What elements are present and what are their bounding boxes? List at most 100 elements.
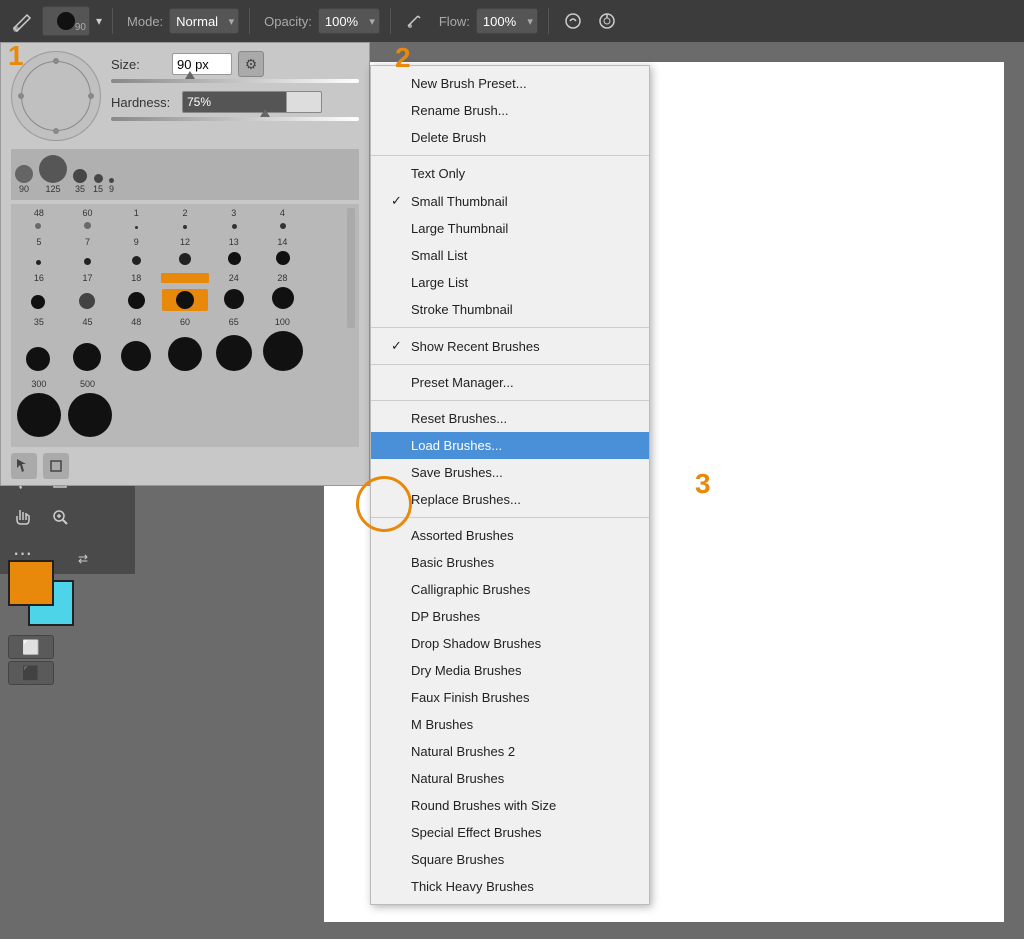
grid-brush-9[interactable] <box>113 254 159 267</box>
grid-brush-8[interactable] <box>64 256 110 267</box>
grid-brush-17[interactable] <box>211 287 257 311</box>
grid-brush-2[interactable] <box>64 220 110 231</box>
mode-select[interactable]: Normal <box>169 8 239 34</box>
grid-brush-25[interactable] <box>15 391 63 439</box>
separator <box>112 8 113 34</box>
menu-item-calligraphic-brushes[interactable]: Calligraphic Brushes <box>371 576 649 603</box>
grid-brush-26[interactable] <box>66 391 114 439</box>
menu-item-basic-brushes[interactable]: Basic Brushes <box>371 549 649 576</box>
grid-brush-22[interactable] <box>162 335 208 373</box>
menu-item-save-brushes[interactable]: Save Brushes... <box>371 459 649 486</box>
menu-item-new-brush-preset[interactable]: New Brush Preset... <box>371 70 649 97</box>
selection-tool-btn[interactable] <box>11 453 37 479</box>
airbrush-toggle[interactable] <box>401 7 429 35</box>
brush-thumb-5[interactable]: 9 <box>109 178 114 194</box>
menu-separator <box>371 327 649 328</box>
hardness-slider[interactable] <box>111 117 359 121</box>
menu-item-show-recent-brushes[interactable]: ✓Show Recent Brushes <box>371 332 649 360</box>
brush-thumb-1[interactable]: 90 <box>15 165 33 194</box>
grid-brush-4[interactable] <box>162 223 208 231</box>
menu-item-large-thumbnail[interactable]: Large Thumbnail <box>371 215 649 242</box>
menu-item-delete-brush[interactable]: Delete Brush <box>371 124 649 151</box>
smoothing-icon[interactable] <box>559 7 587 35</box>
zoom-tool[interactable] <box>42 500 78 534</box>
grid-brush-18[interactable] <box>260 285 306 311</box>
menu-item-stroke-thumbnail[interactable]: Stroke Thumbnail <box>371 296 649 323</box>
grid-brush-13[interactable] <box>15 293 61 311</box>
flow-select[interactable]: 100% <box>476 8 538 34</box>
crop-tool-btn[interactable] <box>43 453 69 479</box>
size-input[interactable] <box>172 53 232 75</box>
menu-item-preset-manager[interactable]: Preset Manager... <box>371 369 649 396</box>
menu-item-dry-media-brushes[interactable]: Dry Media Brushes <box>371 657 649 684</box>
menu-item-reset-brushes[interactable]: Reset Brushes... <box>371 405 649 432</box>
menu-item-faux-finish-brushes[interactable]: Faux Finish Brushes <box>371 684 649 711</box>
handle-left <box>18 93 24 99</box>
grid-brush-7[interactable] <box>15 258 61 267</box>
grid-brush-10[interactable] <box>162 251 208 267</box>
menu-item-large-list[interactable]: Large List <box>371 269 649 296</box>
grid-brush-19[interactable] <box>15 345 61 373</box>
menu-separator <box>371 364 649 365</box>
swap-colors-icon[interactable]: ⇄ <box>78 552 88 566</box>
menu-item-small-list[interactable]: Small List <box>371 242 649 269</box>
size-slider-handle[interactable] <box>185 71 195 79</box>
brush-tool-icon[interactable] <box>8 7 36 35</box>
hardness-label: Hardness: <box>111 95 176 110</box>
grid-brush-20[interactable] <box>64 341 110 373</box>
menu-item-label: Large Thumbnail <box>411 221 508 236</box>
grid-brush-24[interactable] <box>260 329 306 373</box>
brush-thumb-3[interactable]: 35 <box>73 169 87 194</box>
quick-mask-btn[interactable]: ⬛ <box>8 661 54 685</box>
menu-item-assorted-brushes[interactable]: Assorted Brushes <box>371 522 649 549</box>
toolbar: 90 ▾ Mode: Normal Opacity: 100% Flow: 10… <box>0 0 1024 42</box>
brush-size-dropdown-arrow[interactable]: ▾ <box>96 14 102 28</box>
brush-angle-icon[interactable] <box>593 7 621 35</box>
grid-brush-1[interactable] <box>15 221 61 231</box>
menu-item-dp-brushes[interactable]: DP Brushes <box>371 603 649 630</box>
menu-item-thick-heavy-brushes[interactable]: Thick Heavy Brushes <box>371 873 649 900</box>
grid-brush-16-selected[interactable] <box>162 289 208 311</box>
grid-brush-11[interactable] <box>211 250 257 267</box>
foreground-color-swatch[interactable] <box>8 560 54 606</box>
handle-top <box>53 58 59 64</box>
menu-item-square-brushes[interactable]: Square Brushes <box>371 846 649 873</box>
gear-button[interactable]: ⚙ <box>238 51 264 77</box>
grid-brush-3[interactable] <box>113 224 159 231</box>
menu-item-load-brushes[interactable]: Load Brushes... <box>371 432 649 459</box>
opacity-select-wrap[interactable]: 100% <box>318 8 380 34</box>
standard-mode-btn[interactable]: ⬜ <box>8 635 54 659</box>
menu-item-natural-brushes[interactable]: Natural Brushes <box>371 765 649 792</box>
menu-item-replace-brushes[interactable]: Replace Brushes... <box>371 486 649 513</box>
grid-brush-15[interactable] <box>113 290 159 311</box>
hardness-slider-handle[interactable] <box>260 109 270 117</box>
size-slider[interactable] <box>111 79 359 83</box>
menu-item-label: Stroke Thumbnail <box>411 302 513 317</box>
brush-thumb-2[interactable]: 125 <box>39 155 67 194</box>
grid-brush-21[interactable] <box>113 339 159 373</box>
grid-brush-6[interactable] <box>260 221 306 231</box>
menu-separator <box>371 517 649 518</box>
menu-item-m-brushes[interactable]: M Brushes <box>371 711 649 738</box>
menu-item-label: Small Thumbnail <box>411 194 508 209</box>
grid-brush-5[interactable] <box>211 222 257 231</box>
opacity-label: Opacity: <box>264 14 312 29</box>
brush-thumb-4[interactable]: 15 <box>93 174 103 194</box>
hand-tool[interactable] <box>4 500 40 534</box>
menu-item-label: Square Brushes <box>411 852 504 867</box>
menu-item-round-brushes-with-size[interactable]: Round Brushes with Size <box>371 792 649 819</box>
opacity-select[interactable]: 100% <box>318 8 380 34</box>
mode-select-wrap[interactable]: Normal <box>169 8 239 34</box>
menu-item-rename-brush[interactable]: Rename Brush... <box>371 97 649 124</box>
grid-brush-12[interactable] <box>260 249 306 267</box>
flow-select-wrap[interactable]: 100% <box>476 8 538 34</box>
menu-item-text-only[interactable]: Text Only <box>371 160 649 187</box>
grid-brush-14[interactable] <box>64 291 110 311</box>
menu-item-label: Calligraphic Brushes <box>411 582 530 597</box>
brush-size-display[interactable]: 90 <box>42 6 90 36</box>
menu-item-natural-brushes-2[interactable]: Natural Brushes 2 <box>371 738 649 765</box>
grid-brush-23[interactable] <box>211 333 257 373</box>
menu-item-drop-shadow-brushes[interactable]: Drop Shadow Brushes <box>371 630 649 657</box>
menu-item-special-effect-brushes[interactable]: Special Effect Brushes <box>371 819 649 846</box>
menu-item-small-thumbnail[interactable]: ✓Small Thumbnail <box>371 187 649 215</box>
